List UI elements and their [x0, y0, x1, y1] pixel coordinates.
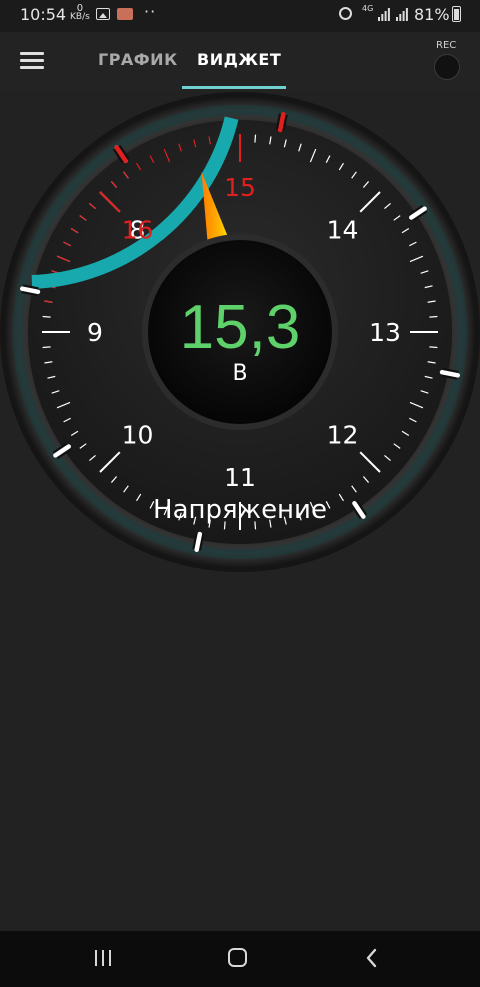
gauge-bezel-mark — [439, 369, 460, 378]
gauge-scale-label: 14 — [327, 215, 359, 244]
gauge-scale-label: 9 — [87, 318, 103, 347]
alarm-icon — [339, 7, 352, 20]
signal-icon — [378, 8, 390, 21]
gauge-scale-label: 12 — [327, 421, 359, 450]
gauge-scale-label: 16 — [122, 215, 154, 244]
recents-button[interactable] — [95, 950, 113, 966]
tab-widget[interactable]: ВИДЖЕТ — [197, 50, 281, 69]
more-notifications-icon: ·· — [144, 2, 157, 21]
gauge-scale-label: 13 — [369, 318, 401, 347]
gauge-value: 15,3 — [180, 293, 301, 362]
voltage-gauge: 8910111213141516 15,3 В Напряжение — [0, 92, 480, 572]
gauge-tick — [42, 346, 51, 349]
gallery-icon — [96, 8, 110, 20]
record-button[interactable] — [434, 54, 460, 80]
gauge-bezel-mark — [277, 112, 286, 133]
network-type: 4G — [362, 4, 374, 13]
menu-icon[interactable] — [20, 52, 44, 70]
tab-graph[interactable]: ГРАФИК — [98, 50, 178, 69]
app-bar: ГРАФИК ВИДЖЕТ REC — [0, 32, 480, 92]
battery-level: 81% — [414, 5, 450, 24]
gauge-tick — [429, 346, 438, 349]
gauge-scale-label: 11 — [224, 463, 256, 492]
navigation-bar — [0, 931, 480, 987]
status-bar: 10:54 0 KB/s ·· 4G 81% — [0, 0, 480, 32]
network-speed-unit: KB/s — [70, 12, 90, 22]
gauge-bezel-mark — [20, 286, 41, 295]
home-button[interactable] — [228, 948, 247, 967]
gauge-widget: 8 9 10 11 12 13 14 15 16 15,3 В Напряжение — [0, 92, 480, 931]
battery-icon — [452, 6, 461, 22]
gauge-tick — [42, 315, 51, 318]
gauge-tick — [254, 134, 257, 143]
gauge-unit: В — [232, 361, 247, 386]
status-time: 10:54 — [20, 5, 67, 24]
gauge-scale-label: 10 — [122, 421, 154, 450]
gauge-label: Напряжение — [153, 495, 327, 525]
rec-label: REC — [436, 40, 457, 51]
gauge-tick — [429, 315, 438, 318]
camera-icon — [117, 8, 133, 20]
signal-icon — [396, 8, 408, 21]
gauge-bezel-mark — [194, 531, 203, 552]
tab-indicator — [182, 86, 286, 89]
network-speed: 0 KB/s — [70, 4, 90, 22]
gauge-scale-label: 15 — [224, 173, 256, 202]
back-button[interactable] — [362, 948, 382, 968]
